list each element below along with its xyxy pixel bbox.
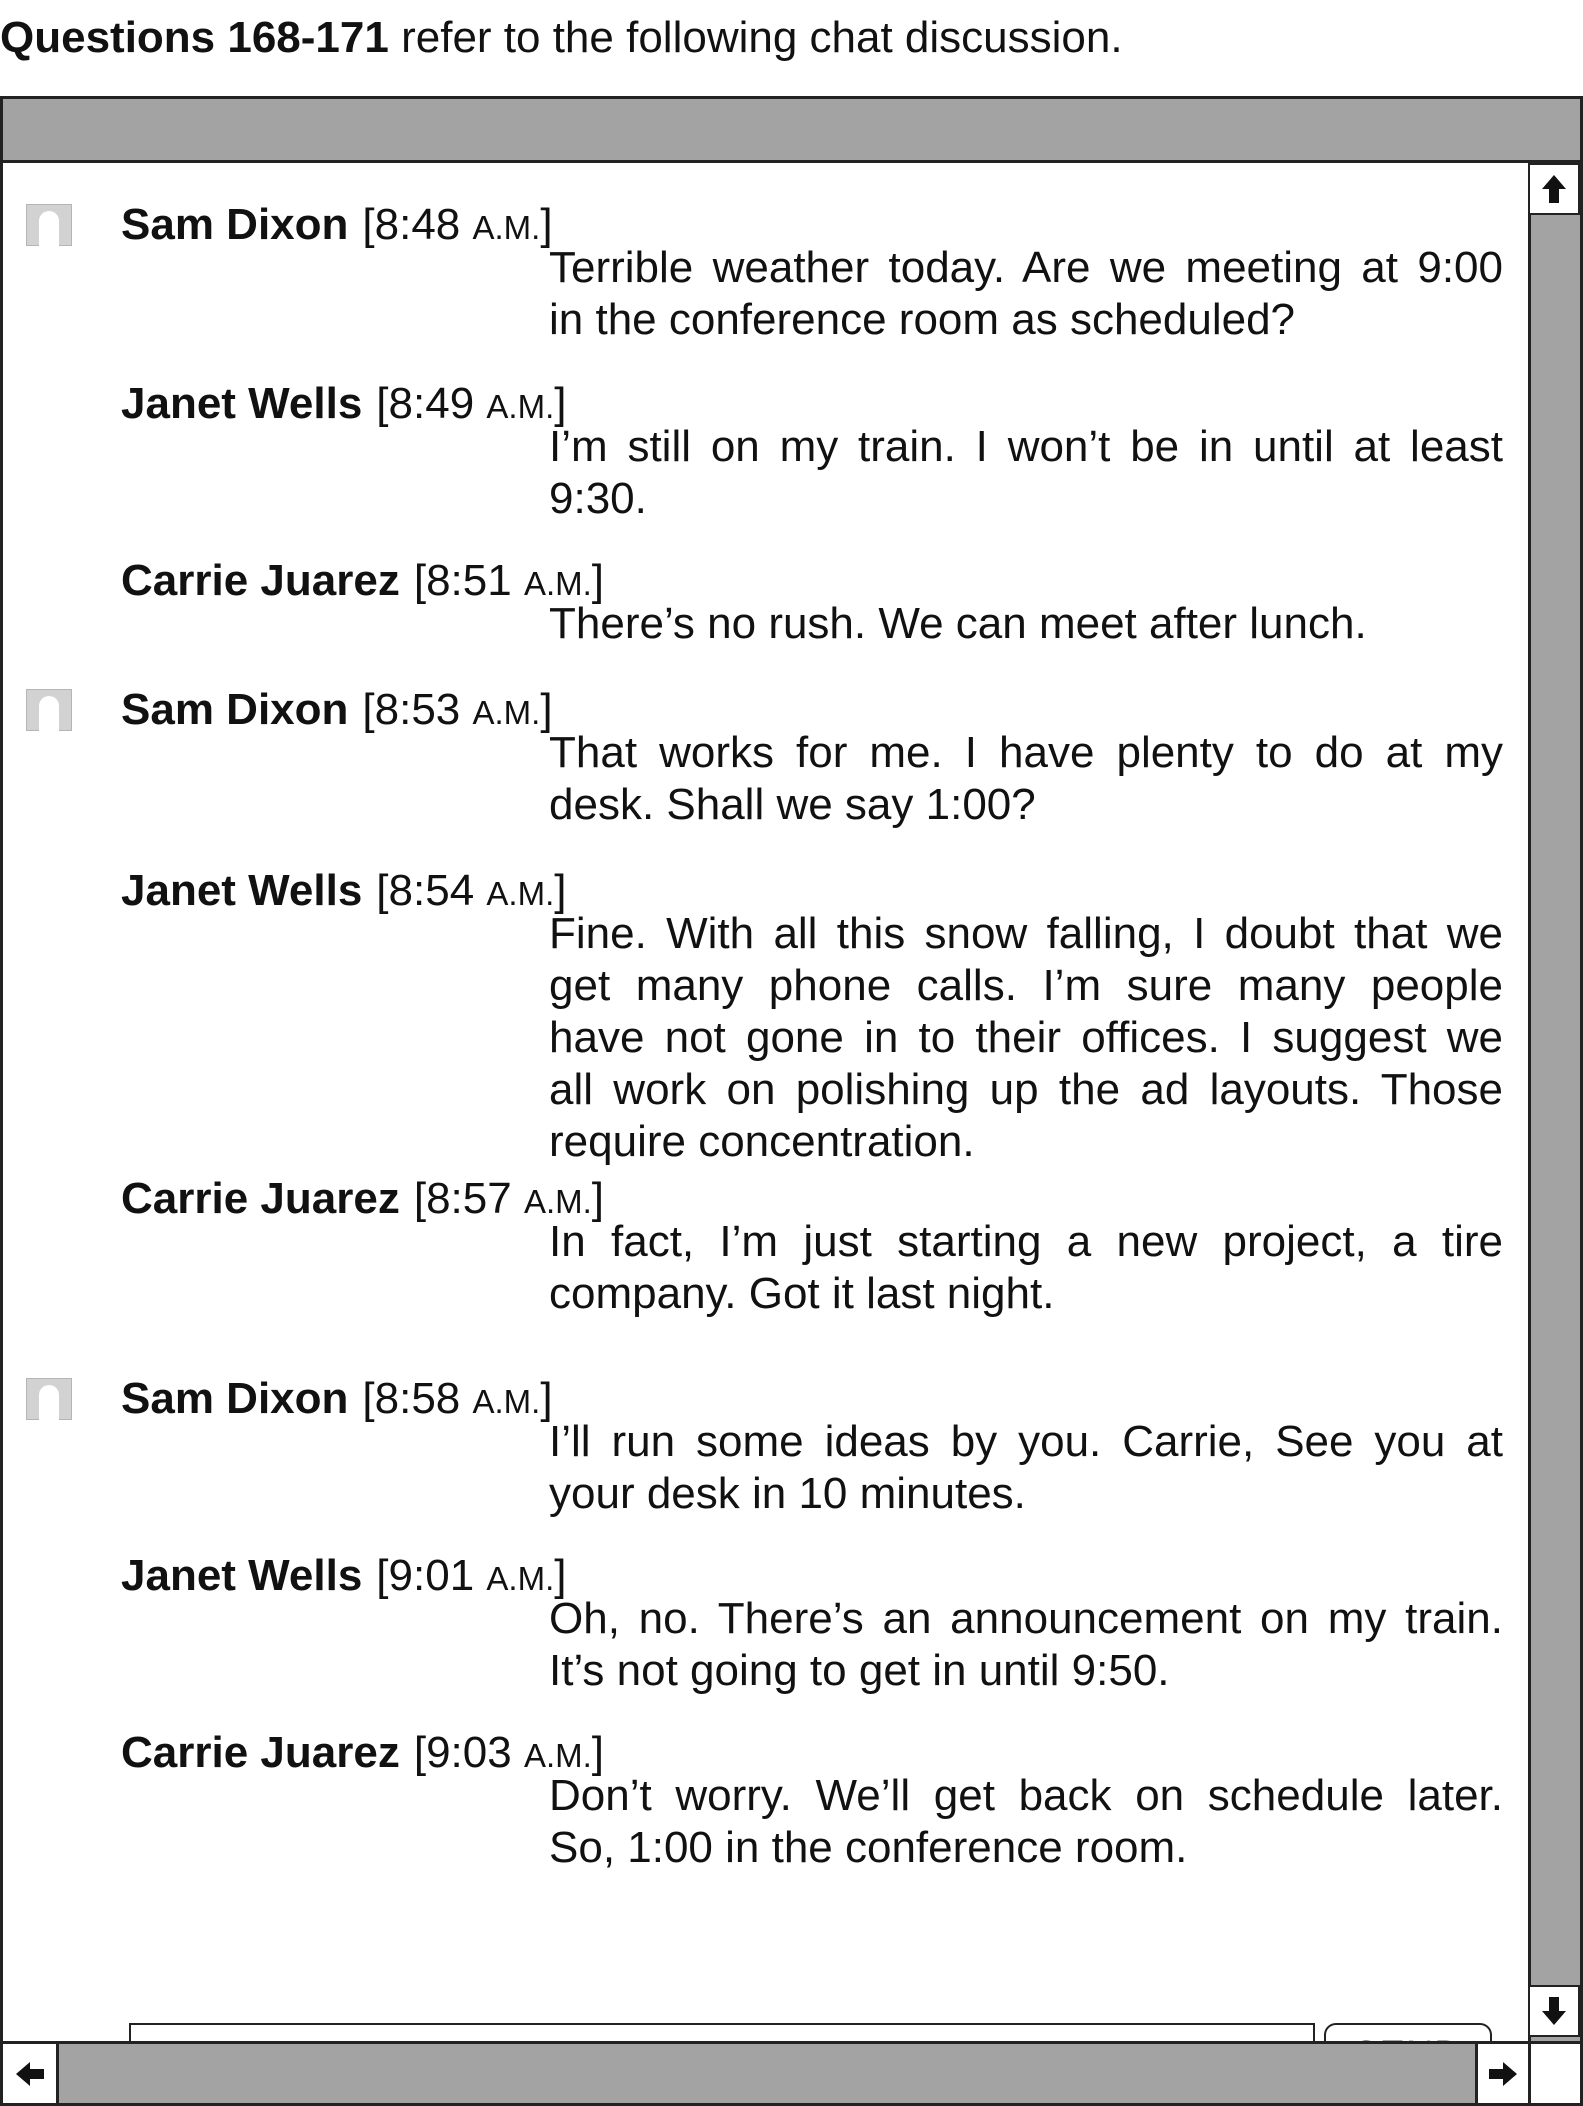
message-header: Sam Dixon [8:48 A.M.]	[121, 199, 553, 254]
question-heading: Questions 168-171 refer to the following…	[0, 10, 1123, 66]
message-line: get many phone calls. I’m sure many peop…	[549, 961, 1503, 1010]
arrow-right-icon	[1489, 2061, 1517, 2086]
sender-name: Janet Wells	[121, 866, 363, 915]
sender-name: Carrie Juarez	[121, 1728, 400, 1777]
arrow-down-icon	[1542, 1997, 1566, 2025]
timestamp-time: 9:01	[388, 1551, 475, 1600]
message-text: Oh, no. There’s an announcement on my tr…	[549, 1593, 1503, 1697]
sender-name: Sam Dixon	[121, 200, 349, 249]
user-avatar-icon	[26, 204, 72, 247]
message-timestamp: [9:01 A.M.]	[376, 1551, 567, 1600]
message-text: I’ll run some ideas by you. Carrie, See …	[549, 1416, 1503, 1520]
sender-name: Carrie Juarez	[121, 556, 400, 605]
message-line: I’m still on my train. I won’t be in unt…	[549, 422, 1503, 471]
message-text: I’m still on my train. I won’t be in unt…	[549, 421, 1503, 525]
timestamp-time: 8:51	[426, 556, 512, 605]
question-number: Questions 168-171	[0, 13, 389, 62]
message-line: That works for me. I have plenty to do a…	[549, 728, 1503, 777]
timestamp-time: 9:03	[426, 1728, 512, 1777]
message-line: Oh, no. There’s an announcement on my tr…	[549, 1594, 1503, 1643]
message-text: Terrible weather today. Are we meeting a…	[549, 242, 1503, 346]
timestamp-time: 8:49	[388, 379, 475, 428]
sender-name: Janet Wells	[121, 379, 363, 428]
vertical-scrollbar[interactable]	[1528, 163, 1580, 2041]
message-header: Carrie Juarez [8:51 A.M.]	[121, 555, 604, 610]
timestamp-ampm: A.M.	[523, 1183, 592, 1220]
message-line: It’s not going to get in until 9:50.	[549, 1646, 1170, 1695]
message-line: I’ll run some ideas by you. Carrie, See …	[549, 1417, 1503, 1466]
message-header: Sam Dixon [8:53 A.M.]	[121, 684, 553, 739]
message-text: That works for me. I have plenty to do a…	[549, 727, 1503, 831]
timestamp-ampm: A.M.	[472, 209, 541, 246]
chat-message-area: SEND Sam Dixon[8:48 A.M.]Terrible weathe…	[3, 163, 1528, 2089]
sender-name: Sam Dixon	[121, 1374, 349, 1423]
timestamp-ampm: A.M.	[486, 388, 555, 425]
message-line: So, 1:00 in the conference room.	[549, 1823, 1188, 1872]
timestamp-ampm: A.M.	[472, 694, 541, 731]
message-text: There’s no rush. We can meet after lunch…	[549, 598, 1503, 650]
message-header: Sam Dixon [8:58 A.M.]	[121, 1373, 553, 1428]
scroll-down-button[interactable]	[1528, 1985, 1580, 2037]
message-line: require concentration.	[549, 1117, 975, 1166]
message-timestamp: [8:49 A.M.]	[376, 379, 567, 428]
timestamp-time: 8:54	[388, 866, 475, 915]
scroll-right-button[interactable]	[1475, 2044, 1531, 2103]
message-text: In fact, I’m just starting a new project…	[549, 1216, 1503, 1320]
message-line: in the conference room as scheduled?	[549, 295, 1296, 344]
question-instruction: refer to the following chat discussion.	[401, 13, 1123, 62]
timestamp-ampm: A.M.	[486, 1560, 555, 1597]
timestamp-time: 8:58	[374, 1374, 461, 1423]
timestamp-time: 8:53	[374, 685, 461, 734]
message-header: Janet Wells [8:54 A.M.]	[121, 865, 566, 920]
horizontal-scroll-track[interactable]	[59, 2044, 1475, 2103]
message-header: Carrie Juarez [8:57 A.M.]	[121, 1173, 604, 1228]
message-text: Don’t worry. We’ll get back on schedule …	[549, 1770, 1503, 1874]
message-line: Terrible weather today. Are we meeting a…	[549, 243, 1503, 292]
scrollbar-corner	[1531, 2044, 1580, 2103]
scroll-up-button[interactable]	[1528, 163, 1580, 215]
message-timestamp: [8:53 A.M.]	[362, 685, 553, 734]
timestamp-ampm: A.M.	[523, 1737, 592, 1774]
horizontal-scrollbar[interactable]	[3, 2041, 1580, 2103]
message-timestamp: [8:58 A.M.]	[362, 1374, 553, 1423]
message-line: desk. Shall we say 1:00?	[549, 780, 1036, 829]
scroll-left-button[interactable]	[3, 2044, 59, 2103]
message-line: have not gone in to their offices. I sug…	[549, 1013, 1503, 1062]
timestamp-ampm: A.M.	[486, 875, 555, 912]
user-avatar-icon	[26, 1378, 72, 1421]
message-header: Carrie Juarez [9:03 A.M.]	[121, 1727, 604, 1782]
arrow-up-icon	[1542, 175, 1566, 203]
timestamp-ampm: A.M.	[523, 565, 592, 602]
message-text: Fine. With all this snow falling, I doub…	[549, 908, 1503, 1168]
message-line: In fact, I’m just starting a new project…	[549, 1217, 1503, 1266]
timestamp-time: 8:48	[374, 200, 461, 249]
sender-name: Sam Dixon	[121, 685, 349, 734]
sender-name: Janet Wells	[121, 1551, 363, 1600]
message-line: all work on polishing up the ad layouts.…	[549, 1065, 1503, 1114]
message-line: your desk in 10 minutes.	[549, 1469, 1026, 1518]
timestamp-ampm: A.M.	[472, 1383, 541, 1420]
message-line: There’s no rush. We can meet after lunch…	[549, 599, 1367, 648]
window-title-bar[interactable]	[3, 99, 1580, 163]
message-line: Don’t worry. We’ll get back on schedule …	[549, 1771, 1503, 1820]
arrow-left-icon	[15, 2061, 44, 2086]
message-line: Fine. With all this snow falling, I doub…	[549, 909, 1503, 958]
message-header: Janet Wells [9:01 A.M.]	[121, 1550, 566, 1605]
message-line: company. Got it last night.	[549, 1269, 1055, 1318]
user-avatar-icon	[26, 689, 72, 732]
message-timestamp: [8:48 A.M.]	[362, 200, 553, 249]
chat-window: SEND Sam Dixon[8:48 A.M.]Terrible weathe…	[0, 96, 1583, 2106]
sender-name: Carrie Juarez	[121, 1174, 400, 1223]
timestamp-time: 8:57	[426, 1174, 512, 1223]
message-header: Janet Wells [8:49 A.M.]	[121, 378, 566, 433]
message-timestamp: [8:54 A.M.]	[376, 866, 567, 915]
message-line: 9:30.	[549, 474, 647, 523]
